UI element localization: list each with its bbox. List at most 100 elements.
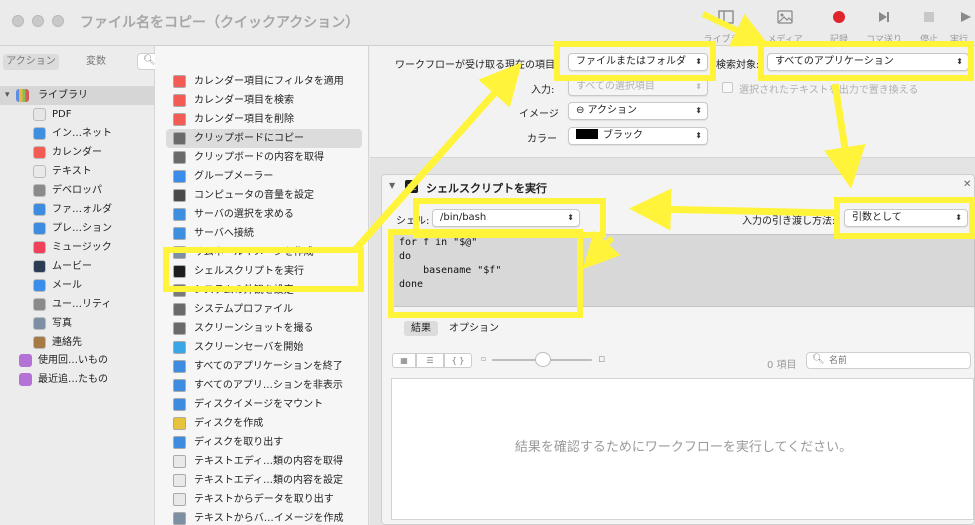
action-item[interactable]: グループメーラー [166, 167, 362, 186]
action-item-label: ディスクイメージをマウント [194, 399, 324, 410]
action-item[interactable]: システムプロファイル [166, 300, 362, 319]
small-image-icon: ▫ [481, 354, 487, 363]
action-item[interactable]: スクリーンセーバを開始 [166, 338, 362, 357]
image-popup[interactable]: ⊖ アクション ⬍ [568, 102, 708, 120]
action-item[interactable]: テキストからデータを取り出す [166, 490, 362, 509]
action-item-label: サーバの選択を求める [194, 209, 294, 220]
finder-icon [173, 379, 186, 392]
action-item[interactable]: クリップボードにコピー [166, 129, 362, 148]
code-view-icon[interactable]: { } [444, 353, 472, 368]
item-count: 0 項目 [767, 360, 797, 371]
action-item[interactable]: テキストエディ…類の内容を設定 [166, 471, 362, 490]
close-window-button[interactable] [12, 15, 24, 27]
highlight-in-popup [758, 41, 974, 81]
smart-folder-label: 使用回…いもの [38, 355, 108, 366]
action-item[interactable]: サーバの選択を求める [166, 205, 362, 224]
sidebar-item[interactable]: ユー…リティ [0, 295, 155, 314]
sidebar-item[interactable]: ミュージック [0, 238, 155, 257]
replace-text-checkbox[interactable] [722, 82, 733, 93]
sidebar-item[interactable]: 写真 [0, 314, 155, 333]
action-item[interactable]: カレンダー項目を検索 [166, 91, 362, 110]
toolbar-run-button[interactable]: 実行 [948, 6, 975, 45]
smart-folder-item[interactable]: 最近追…たもの [0, 370, 155, 389]
highlight-run-shell-script-action [163, 247, 364, 292]
terminal-icon: >_ [405, 180, 418, 193]
music-icon [33, 241, 46, 254]
library-icon [16, 89, 29, 102]
sidebar-item[interactable]: PDF [0, 105, 155, 124]
sidebar-item[interactable]: ファ…ォルダ [0, 200, 155, 219]
close-icon[interactable]: ✕ [963, 179, 971, 190]
sidebar-item[interactable]: イン…ネット [0, 124, 155, 143]
action-item[interactable]: クリップボードの内容を取得 [166, 148, 362, 167]
highlight-pass-input-popup [834, 197, 975, 239]
action-item-label: カレンダー項目を検索 [194, 95, 294, 106]
popup-arrows-icon: ⬍ [695, 82, 702, 91]
tab-actions[interactable]: アクション [3, 54, 59, 70]
chevron-down-icon[interactable]: ▾ [5, 86, 10, 105]
sidebar-item[interactable]: 連絡先 [0, 333, 155, 352]
highlight-script-editor [388, 229, 583, 318]
toolbar-record-button[interactable]: 記録 [821, 6, 857, 45]
globe-icon [173, 208, 186, 221]
action-item[interactable]: カレンダー項目にフィルタを適用 [166, 72, 362, 91]
toolbar-step-button[interactable]: コマ送り [866, 6, 902, 45]
tools-icon [173, 322, 186, 335]
sidebar-item-label: メール [52, 280, 82, 291]
results-message: 結果を確認するためにワークフローを実行してください。 [514, 440, 853, 455]
sidebar-item[interactable]: テキスト [0, 162, 155, 181]
calendar-icon [33, 146, 46, 159]
action-title: シェルスクリプトを実行 [426, 182, 547, 195]
action-item[interactable]: スクリーンショットを撮る [166, 319, 362, 338]
tab-options[interactable]: オプション [444, 321, 504, 336]
toolbar-library-button[interactable]: ライブラリ [703, 6, 749, 45]
results-search-input[interactable] [829, 354, 964, 367]
tools-icon [173, 132, 186, 145]
action-item-label: クリップボードの内容を取得 [194, 152, 324, 163]
sidebar-item[interactable]: デベロッパ [0, 181, 155, 200]
tools-icon [33, 184, 46, 197]
action-item[interactable]: すべてのアプリ…ションを非表示 [166, 376, 362, 395]
in-label: 検索対象: [716, 60, 760, 71]
zoom-window-button[interactable] [52, 15, 64, 27]
sidebar-item-library[interactable]: ▾ ライブラリ [0, 86, 155, 105]
grid-view-icon[interactable]: ▦ [392, 353, 416, 368]
action-item[interactable]: ディスクを取り出す [166, 433, 362, 452]
action-item[interactable]: コンピュータの音量を設定 [166, 186, 362, 205]
sidebar-item-label: ミュージック [52, 242, 112, 253]
results-search-field[interactable]: 🔍︎ [806, 352, 971, 369]
finder-icon [173, 398, 186, 411]
sidebar-item[interactable]: カレンダー [0, 143, 155, 162]
utility-icon [33, 298, 46, 311]
list-view-icon[interactable]: ☰ [416, 353, 444, 368]
color-popup[interactable]: ブラック ⬍ [568, 127, 708, 145]
action-item[interactable]: すべてのアプリケーションを終了 [166, 357, 362, 376]
action-item[interactable]: テキストからバ…イメージを作成 [166, 509, 362, 525]
action-item[interactable]: ディスクイメージをマウント [166, 395, 362, 414]
mail-icon [33, 279, 46, 292]
toolbar-stop-button[interactable]: 停止 [911, 6, 947, 45]
sidebar-item-label: テキスト [52, 166, 92, 177]
action-item-label: スクリーンセーバを開始 [194, 342, 304, 353]
input-value: すべての選択項目 [576, 81, 655, 92]
tab-variables[interactable]: 変数 [70, 54, 122, 70]
tab-results[interactable]: 結果 [404, 321, 438, 336]
disclosure-triangle-icon[interactable]: ▼ [389, 181, 395, 190]
sidebar-item-label: 写真 [52, 318, 72, 329]
calendar-icon [173, 75, 186, 88]
action-item[interactable]: サーバへ接続 [166, 224, 362, 243]
action-item-label: コンピュータの音量を設定 [194, 190, 314, 201]
highlight-receives-popup [554, 41, 716, 81]
sidebar-item[interactable]: ムービー [0, 257, 155, 276]
smart-folder-item[interactable]: 使用回…いもの [0, 351, 155, 370]
action-item[interactable]: テキストエディ…類の内容を取得 [166, 452, 362, 471]
sidebar-item[interactable]: メール [0, 276, 155, 295]
movie-icon [33, 260, 46, 273]
minimize-window-button[interactable] [32, 15, 44, 27]
action-item[interactable]: カレンダー項目を削除 [166, 110, 362, 129]
action-item[interactable]: ディスクを作成 [166, 414, 362, 433]
color-value: ブラック [603, 130, 643, 141]
sidebar-item[interactable]: プレ…ション [0, 219, 155, 238]
zoom-slider-knob[interactable] [535, 352, 551, 367]
toolbar-media-button[interactable]: メディア [767, 6, 803, 45]
